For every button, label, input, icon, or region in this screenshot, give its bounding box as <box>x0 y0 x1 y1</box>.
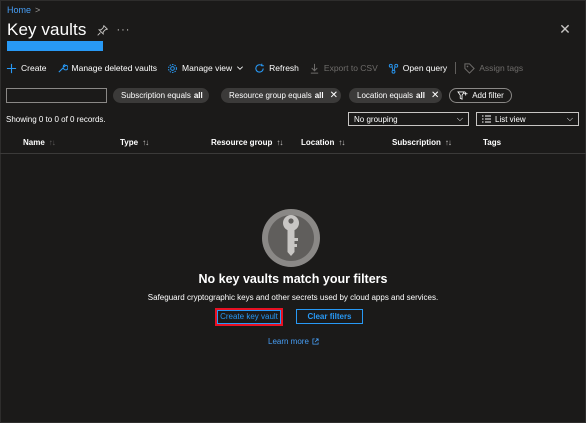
filter-search-input[interactable] <box>6 88 107 103</box>
add-filter-label: Add filter <box>472 91 504 100</box>
sort-icon: ↑↓ <box>338 138 345 147</box>
refresh-button[interactable]: Refresh <box>254 63 299 74</box>
subscription-filter-label: Subscription equals <box>121 91 191 100</box>
resource-group-filter-label: Resource group equals <box>229 91 312 100</box>
empty-state-description: Safeguard cryptographic keys and other s… <box>147 293 439 302</box>
toolbar-divider <box>455 62 457 74</box>
add-filter-button[interactable]: Add filter <box>449 88 512 103</box>
record-count: Showing 0 to 0 of 0 records. <box>6 115 106 124</box>
export-csv-button[interactable]: Export to CSV <box>309 63 378 74</box>
open-query-label: Open query <box>402 63 448 73</box>
breadcrumb: Home > <box>7 5 40 15</box>
manage-view-button[interactable]: Manage view <box>167 63 244 74</box>
create-label: Create <box>21 63 47 73</box>
download-icon <box>310 63 319 74</box>
assign-tags-button[interactable]: Assign tags <box>464 62 524 74</box>
column-header-subscription[interactable]: Subscription ↑↓ <box>392 138 452 147</box>
refresh-icon <box>255 63 264 73</box>
pin-icon[interactable] <box>96 24 108 36</box>
external-link-icon <box>312 338 319 345</box>
page-title: Key vaults <box>7 20 87 39</box>
chevron-down-icon: ⌵ <box>456 114 463 123</box>
table-header: Name ↑↓ Type ↑↓ Resource group ↑↓ Locati… <box>0 132 586 154</box>
sort-icon: ↑↓ <box>142 138 149 147</box>
remove-resource-group-filter-icon[interactable]: ✕ <box>330 90 338 101</box>
breadcrumb-separator: > <box>35 5 41 15</box>
chevron-down-icon: ⌵ <box>566 114 573 123</box>
assign-tags-label: Assign tags <box>479 63 524 73</box>
manage-deleted-vaults-label: Manage deleted vaults <box>71 63 158 73</box>
subscription-filter-pill[interactable]: Subscription equals all <box>113 88 209 103</box>
create-key-vault-label: Create key vault <box>217 310 281 324</box>
resource-group-filter-value: all <box>314 91 324 100</box>
column-header-resource-group[interactable]: Resource group ↑↓ <box>211 138 283 147</box>
more-options-icon[interactable]: ··· <box>116 24 130 36</box>
tag-icon <box>464 62 475 74</box>
page-header: Key vaults ··· <box>7 20 130 40</box>
open-query-button[interactable]: Open query <box>388 63 447 74</box>
grouping-select-value: No grouping <box>354 114 398 124</box>
sort-icon: ↑↓ <box>48 138 56 147</box>
manage-deleted-vaults-button[interactable]: Manage deleted vaults <box>57 63 158 74</box>
export-csv-label: Export to CSV <box>323 63 378 73</box>
resource-group-filter-pill[interactable]: Resource group equals all ✕ <box>221 88 341 103</box>
location-filter-pill[interactable]: Location equals all ✕ <box>349 88 442 103</box>
grouping-select[interactable]: No grouping ⌵ <box>348 112 469 126</box>
refresh-label: Refresh <box>269 63 299 73</box>
view-select[interactable]: List view ⌵ <box>476 112 579 126</box>
column-header-name[interactable]: Name ↑↓ <box>23 138 56 147</box>
query-icon <box>388 63 398 74</box>
chevron-down-icon <box>237 66 244 70</box>
location-filter-value: all <box>416 91 425 100</box>
manage-view-label: Manage view <box>182 63 233 73</box>
list-view-icon <box>482 115 491 123</box>
sort-icon: ↑↓ <box>444 138 452 147</box>
plus-icon <box>6 63 17 73</box>
learn-more-label: Learn more <box>268 337 309 346</box>
clear-filters-button[interactable]: Clear filters <box>296 309 363 324</box>
learn-more-link[interactable]: Learn more <box>268 337 319 346</box>
sort-icon: ↑↓ <box>276 138 283 147</box>
create-button[interactable]: Create <box>6 63 47 74</box>
command-bar: Create Manage deleted vaults Manage view… <box>6 60 533 76</box>
remove-location-filter-icon[interactable]: ✕ <box>431 90 439 101</box>
gear-icon <box>168 63 177 73</box>
location-filter-label: Location equals <box>357 91 414 100</box>
empty-state-title: No key vaults match your filters <box>198 272 388 286</box>
redacted-subtitle <box>7 41 103 51</box>
column-header-tags: Tags <box>483 138 502 147</box>
subscription-filter-value: all <box>193 91 203 100</box>
create-key-vault-button[interactable]: Create key vault <box>215 308 283 326</box>
key-vault-icon <box>262 209 320 267</box>
column-header-type[interactable]: Type ↑↓ <box>120 138 149 147</box>
add-filter-icon <box>457 91 468 100</box>
close-icon[interactable]: ✕ <box>558 22 572 36</box>
view-select-value: List view <box>495 114 526 124</box>
breadcrumb-home-link[interactable]: Home <box>7 5 31 15</box>
wrench-icon <box>57 63 68 73</box>
column-header-location[interactable]: Location ↑↓ <box>301 138 345 147</box>
